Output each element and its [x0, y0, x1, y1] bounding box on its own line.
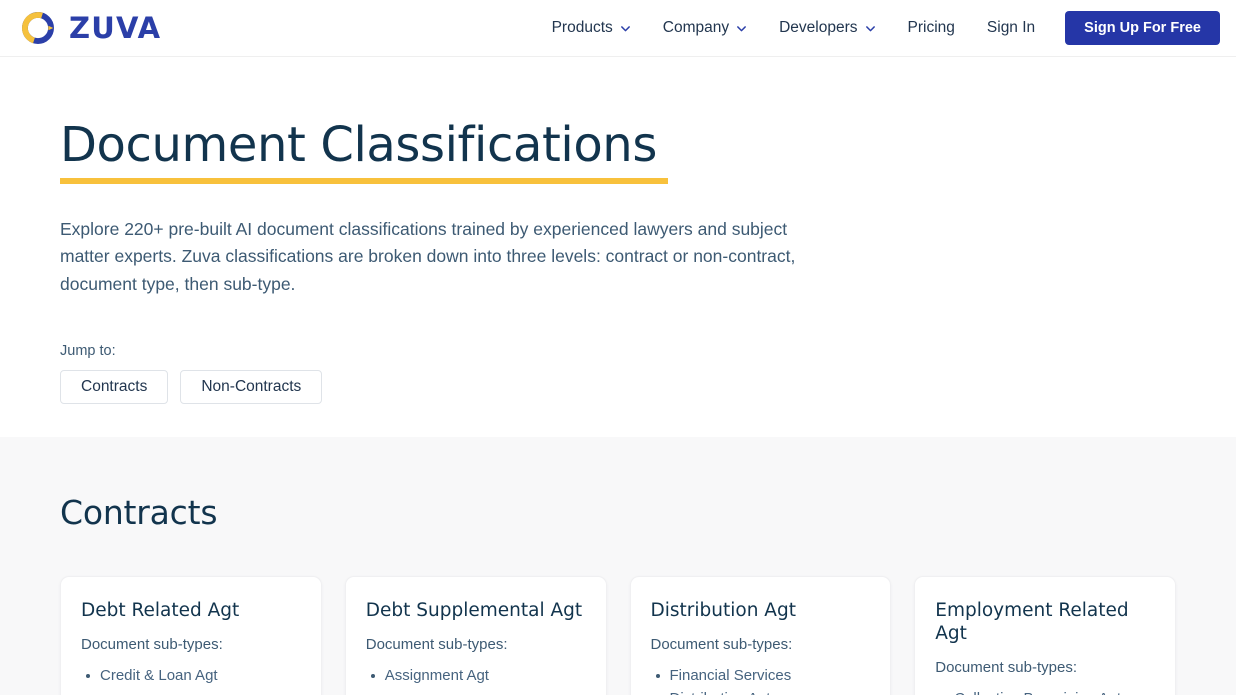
main-nav: Products Company Developers Pricing Sign…: [536, 11, 1222, 45]
card-subtype-list: Assignment Agt: [370, 665, 586, 688]
jump-to-label: Jump to:: [60, 342, 116, 359]
nav-item-pricing[interactable]: Pricing: [892, 12, 971, 44]
chevron-down-icon: [736, 23, 747, 34]
jump-to-contracts-button[interactable]: Contracts: [60, 369, 169, 404]
contract-card[interactable]: Employment Related Agt Document sub-type…: [914, 576, 1176, 695]
contract-card[interactable]: Debt Related Agt Document sub-types: Cre…: [60, 576, 322, 695]
contracts-card-grid: Debt Related Agt Document sub-types: Cre…: [60, 576, 1176, 695]
nav-label-products: Products: [551, 19, 613, 37]
hero-section: Document Classifications Explore 220+ pr…: [0, 57, 1236, 437]
card-subhead: Document sub-types:: [81, 636, 223, 654]
card-subtype-list: Financial Services Distribution Agt: [655, 665, 871, 695]
page-root: ZUVA Products Company Developers Pricing…: [0, 0, 1236, 695]
sign-up-for-free-button[interactable]: Sign Up For Free: [1065, 11, 1220, 45]
chevron-down-icon: [620, 23, 631, 34]
card-title: Employment Related Agt: [935, 600, 1129, 645]
card-subtype-list: Collective Bargaining Agt: [954, 688, 1155, 695]
nav-label-developers: Developers: [779, 19, 858, 37]
brand-wordmark: ZUVA: [69, 10, 162, 45]
nav-item-sign-in[interactable]: Sign In: [971, 12, 1051, 44]
contracts-inner: Contracts Debt Related Agt Document sub-…: [48, 493, 1188, 695]
nav-label-pricing: Pricing: [907, 19, 955, 37]
list-item[interactable]: Financial Services Distribution Agt: [655, 665, 871, 695]
card-subhead: Document sub-types:: [935, 659, 1077, 677]
card-subhead: Document sub-types:: [365, 636, 508, 654]
chevron-down-icon: [865, 23, 876, 34]
list-item[interactable]: Assignment Agt: [370, 665, 586, 688]
contract-card[interactable]: Debt Supplemental Agt Document sub-types…: [344, 576, 607, 695]
nav-item-company[interactable]: Company: [647, 12, 763, 44]
hero-title-wrap: Document Classifications: [60, 117, 668, 184]
hero-inner: Document Classifications Explore 220+ pr…: [48, 117, 1188, 404]
title-underline-accent: [60, 177, 668, 184]
nav-item-products[interactable]: Products: [536, 12, 647, 44]
contracts-section: Contracts Debt Related Agt Document sub-…: [0, 437, 1236, 695]
card-title: Distribution Agt: [650, 600, 796, 621]
contracts-section-heading: Contracts: [60, 493, 218, 532]
list-item[interactable]: Credit & Loan Agt: [86, 665, 301, 688]
nav-item-developers[interactable]: Developers: [763, 12, 891, 44]
hero-description: Explore 220+ pre-built AI document class…: [60, 218, 796, 295]
site-header: ZUVA Products Company Developers Pricing…: [0, 0, 1236, 57]
nav-label-sign-in: Sign In: [986, 19, 1036, 37]
page-title: Document Classifications: [60, 117, 657, 173]
nav-label-company: Company: [662, 19, 730, 37]
brand-logo[interactable]: ZUVA: [20, 10, 161, 46]
contract-card[interactable]: Distribution Agt Document sub-types: Fin…: [629, 576, 892, 695]
list-item[interactable]: Collective Bargaining Agt: [954, 688, 1155, 695]
jump-to-non-contracts-button[interactable]: Non-Contracts: [180, 369, 323, 404]
card-title: Debt Supplemental Agt: [365, 600, 583, 621]
jump-to-buttons: Contracts Non-Contracts: [60, 369, 1176, 404]
zuva-ring-logo-icon: [20, 10, 56, 46]
card-subhead: Document sub-types:: [650, 636, 793, 654]
card-subtype-list: Credit & Loan Agt: [86, 665, 301, 688]
card-title: Debt Related Agt: [81, 600, 240, 621]
